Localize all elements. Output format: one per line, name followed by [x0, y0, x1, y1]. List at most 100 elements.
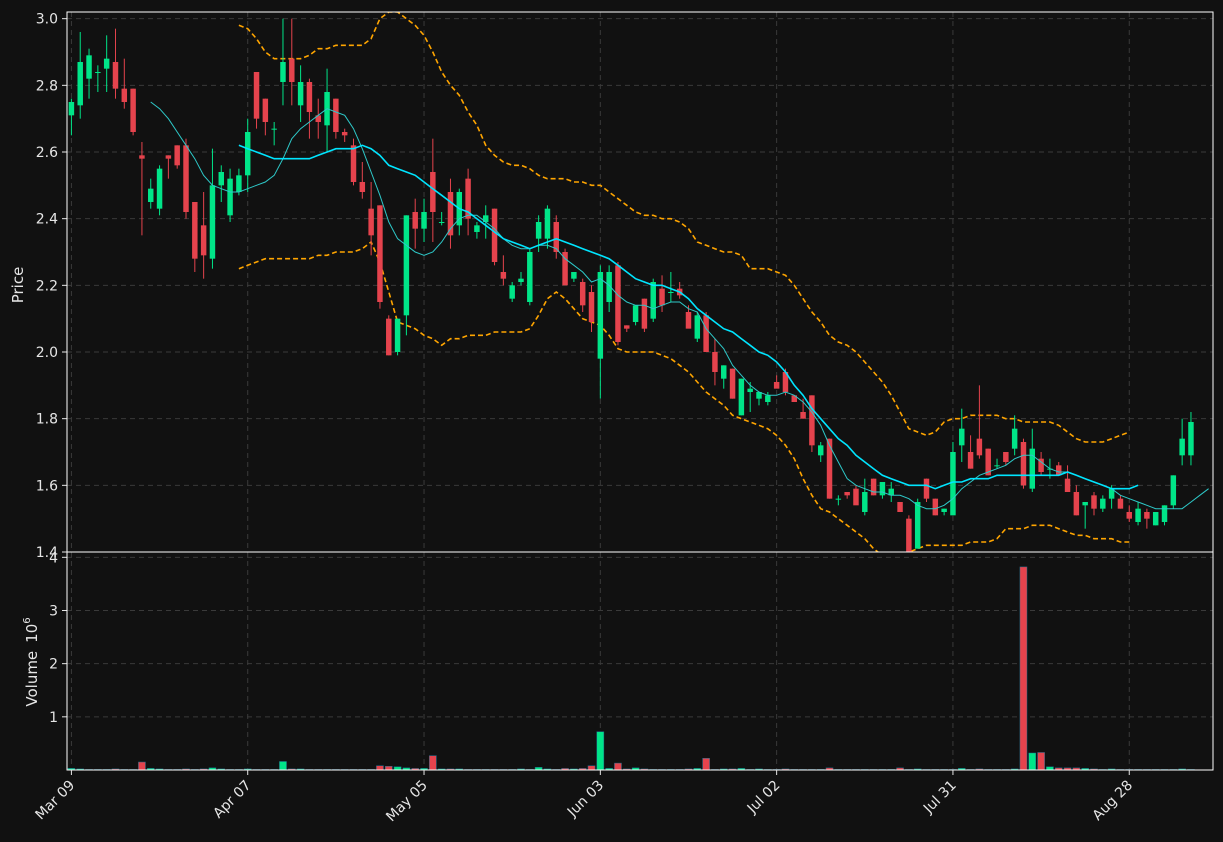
candle-up: [817, 445, 824, 456]
candle-up: [950, 452, 956, 516]
volume-bar: [429, 755, 437, 771]
candle-up: [148, 188, 154, 202]
candle-down: [200, 225, 207, 256]
candle-up: [1100, 498, 1106, 509]
candle-down: [262, 98, 269, 122]
candle-down: [853, 488, 859, 506]
candle-down: [183, 145, 189, 212]
candle-down: [386, 318, 392, 356]
candle-up: [509, 285, 515, 299]
candle-down: [1003, 452, 1009, 462]
volume-bar: [1019, 566, 1028, 771]
candle-down: [809, 395, 815, 446]
volume-bar: [1028, 752, 1037, 771]
candle-up: [1011, 428, 1018, 449]
candle-down: [579, 282, 586, 306]
candle-up: [209, 185, 216, 259]
candle-up: [1152, 512, 1159, 526]
candle-up: [994, 465, 1000, 467]
candle-down: [500, 272, 507, 279]
candle-down: [306, 82, 313, 112]
price-tick-label: 1.8: [36, 412, 58, 428]
volume-bar: [1037, 752, 1045, 771]
candle-down: [112, 62, 119, 89]
candle-down: [430, 172, 436, 212]
candle-up: [271, 128, 277, 130]
candle-up: [403, 215, 410, 316]
candle-up: [765, 395, 771, 402]
price-tick-label: 2.4: [36, 212, 58, 228]
candle-up: [421, 212, 427, 229]
candle-up: [1082, 502, 1088, 506]
candle-up: [721, 365, 727, 379]
volume-bar: [702, 758, 710, 771]
candle-up: [1135, 508, 1141, 522]
volume-exponent-base: 10: [23, 624, 41, 643]
volume-label-text: Volume: [23, 651, 41, 707]
volume-bar: [279, 761, 287, 771]
volume-axis-label: Volume 106: [22, 617, 41, 706]
candle-down: [350, 145, 357, 182]
candle-up: [879, 482, 886, 496]
candle-down: [976, 438, 983, 456]
volume-bar: [596, 731, 605, 771]
price-tick-label: 1.6: [36, 478, 58, 494]
candle-up: [394, 318, 401, 352]
candle-down: [253, 72, 260, 119]
candle-up: [747, 388, 753, 392]
candle-up: [227, 178, 233, 216]
price-tick-label: 2.6: [36, 145, 58, 161]
candle-down: [165, 155, 172, 159]
candle-down: [491, 208, 498, 262]
candle-up: [68, 102, 75, 116]
candle-up: [218, 172, 225, 186]
price-tick-label: 2.2: [36, 278, 58, 294]
candle-down: [412, 212, 418, 229]
candle-down: [192, 202, 198, 259]
candle-down: [130, 88, 136, 132]
candle-down: [588, 292, 595, 322]
candle-down: [870, 478, 877, 496]
candle-down: [289, 58, 295, 82]
candle-down: [659, 288, 665, 306]
candle-up: [280, 62, 286, 82]
candle-up: [597, 272, 604, 359]
candle-down: [139, 155, 145, 159]
candle-down: [1064, 478, 1071, 492]
candle-up: [738, 378, 745, 416]
chart-background: [0, 0, 1223, 842]
volume-bar: [384, 766, 393, 771]
candle-down: [932, 498, 939, 516]
candle-down: [377, 205, 383, 302]
price-tick-label: 3.0: [36, 12, 58, 28]
volume-bar: [376, 765, 384, 771]
candle-up: [571, 272, 577, 279]
candle-up: [1170, 475, 1177, 506]
candle-down: [685, 312, 692, 329]
candle-down: [121, 88, 128, 102]
candlestick-chart: 1.41.61.82.02.22.42.62.83.0 Price 1234 V…: [0, 0, 1223, 842]
volume-bar: [138, 761, 146, 771]
candle-up: [518, 278, 524, 282]
candle-down: [368, 208, 374, 236]
candle-down: [800, 412, 806, 419]
volume-tick-label: 3: [49, 603, 58, 619]
candle-down: [703, 315, 709, 352]
candle-down: [1126, 512, 1132, 519]
candle-down: [897, 502, 903, 512]
candle-up: [244, 132, 251, 176]
candle-up: [835, 498, 842, 500]
candle-up: [632, 305, 639, 322]
candle-down: [1144, 512, 1150, 519]
candle-down: [967, 452, 974, 469]
candle-down: [729, 368, 736, 399]
candle-down: [1117, 498, 1124, 509]
candle-up: [1161, 505, 1168, 522]
candle-up: [77, 62, 83, 106]
price-axis-label: Price: [9, 267, 27, 304]
candle-up: [694, 315, 701, 339]
candle-up: [544, 208, 551, 239]
volume-tick-label: 1: [49, 710, 58, 726]
candle-up: [438, 222, 445, 223]
candle-up: [959, 428, 965, 446]
